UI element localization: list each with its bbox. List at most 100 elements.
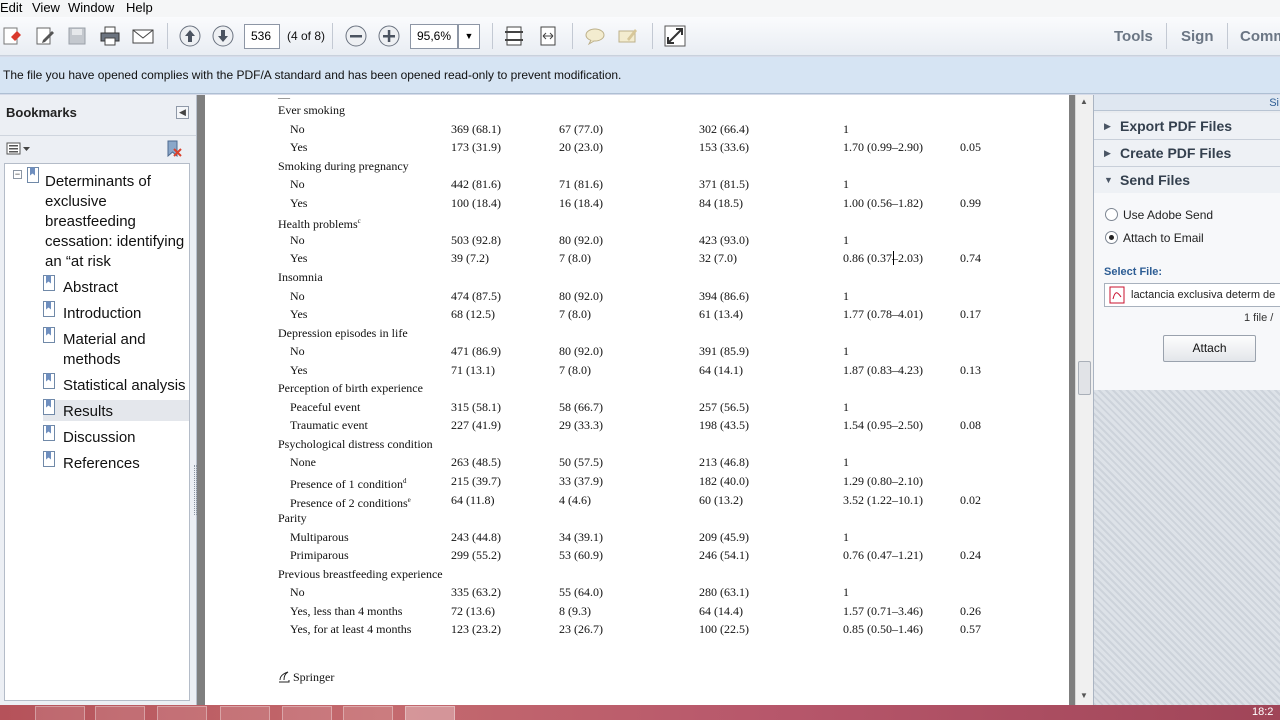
table-row-sublabel: Presence of 1 conditiond	[290, 474, 406, 491]
zoom-dropdown[interactable]: ▼	[458, 24, 480, 49]
bookmark-abstract[interactable]: Abstract	[63, 278, 118, 298]
taskbar-powerpoint-icon[interactable]	[343, 706, 393, 720]
table-cell-c3: 280 (63.1)	[699, 585, 749, 600]
publisher-footer: Springer	[278, 670, 334, 685]
highlight-icon[interactable]	[616, 24, 640, 48]
fit-width-icon[interactable]	[536, 24, 560, 48]
previous-page-icon[interactable]	[178, 24, 202, 48]
row-label-text: No	[290, 232, 305, 247]
tools-pane-empty-area	[1094, 390, 1280, 705]
toolbar-separator	[332, 23, 333, 49]
table-cell-c5: 0.13	[960, 362, 981, 377]
comment-icon[interactable]	[583, 24, 607, 48]
create-pdf-section[interactable]: ▶ Create PDF Files	[1094, 140, 1280, 167]
use-adobe-send-radio[interactable]	[1105, 208, 1118, 221]
table-row-group-label: Depression episodes in life	[278, 326, 408, 340]
taskbar-app-icon[interactable]	[157, 706, 207, 720]
table-cell-c3: 391 (85.9)	[699, 344, 749, 359]
table-cell-c4: 1	[843, 177, 849, 192]
menu-edit[interactable]: Edit	[0, 0, 22, 15]
bookmark-results[interactable]: Results	[63, 402, 113, 422]
table-row-sublabel: No	[290, 289, 305, 303]
row-label-text: Traumatic event	[290, 418, 368, 433]
row-label-text: Primiparous	[290, 548, 349, 563]
table-row-group-label: Smoking during pregnancy	[278, 159, 409, 173]
vertical-scrollbar[interactable]: ▲ ▼	[1075, 95, 1093, 705]
row-label-text: Yes, for at least 4 months	[290, 622, 412, 637]
table-cell-c2: 16 (18.4)	[559, 195, 603, 210]
row-label-text: No	[290, 344, 305, 359]
table-cell-c4: 1.00 (0.56–1.82)	[843, 195, 923, 210]
sign-button[interactable]: Sign	[1181, 25, 1214, 49]
edit-pdf-icon[interactable]	[34, 24, 58, 48]
bookmark-label-line: Material and	[63, 331, 146, 348]
bookmark-statistical-analysis[interactable]: Statistical analysis	[63, 376, 186, 396]
table-row-group-label: Perception of birth experience	[278, 381, 423, 395]
zoom-out-icon[interactable]	[344, 24, 368, 48]
send-files-section[interactable]: ▼ Send Files	[1094, 167, 1280, 194]
menu-bar: Edit View Window Help	[0, 0, 1280, 17]
attach-button[interactable]: Attach	[1163, 335, 1256, 362]
scrollbar-thumb[interactable]	[1078, 361, 1091, 395]
print-icon[interactable]	[98, 24, 122, 48]
table-cell-c1: 335 (63.2)	[451, 585, 501, 600]
table-cell-c3: 213 (46.8)	[699, 455, 749, 470]
table-cell-c3: 64 (14.4)	[699, 603, 743, 618]
taskbar-explorer-icon[interactable]	[35, 706, 85, 720]
tree-collapse-toggle[interactable]: −	[13, 170, 22, 179]
taskbar-outlook-icon[interactable]	[95, 706, 145, 720]
row-label-text: Psychological distress condition	[278, 436, 433, 451]
bookmark-material-methods[interactable]: Material and methods	[63, 330, 146, 370]
table-cell-c1: 100 (18.4)	[451, 195, 501, 210]
menu-view[interactable]: View	[32, 0, 60, 15]
scroll-up-icon[interactable]: ▲	[1080, 97, 1088, 106]
footnote-marker: e	[407, 495, 411, 504]
bookmark-delete-icon	[167, 140, 182, 158]
selected-file-field[interactable]: lactancia exclusiva determ de	[1104, 283, 1280, 307]
table-row-sublabel: Yes	[290, 307, 307, 321]
bookmark-discussion[interactable]: Discussion	[63, 428, 136, 448]
tools-button[interactable]: Tools	[1114, 25, 1153, 49]
save-icon[interactable]	[65, 24, 89, 48]
zoom-level-input[interactable]: 95,6%	[410, 24, 458, 49]
menu-help[interactable]: Help	[126, 0, 153, 15]
zoom-in-icon[interactable]	[377, 24, 401, 48]
attach-to-email-label[interactable]: Attach to Email	[1123, 231, 1204, 245]
use-adobe-send-label[interactable]: Use Adobe Send	[1123, 208, 1213, 222]
bookmark-root-line: Determinants of	[45, 173, 151, 190]
scroll-down-icon[interactable]: ▼	[1080, 691, 1088, 700]
fit-page-icon[interactable]	[502, 24, 526, 48]
bookmark-root[interactable]: Determinants of exclusive breastfeeding …	[45, 172, 184, 272]
pdf-page: __ Ever smoking No 369 (68.1) 67 (77.0) 302 (…	[205, 86, 1069, 705]
table-cell-c1: 71 (13.1)	[451, 362, 495, 377]
table-cell-c3: 209 (45.9)	[699, 529, 749, 544]
create-pdf-icon[interactable]	[1, 24, 25, 48]
taskbar-acrobat-icon[interactable]	[405, 706, 455, 720]
table-cell-c5: 0.57	[960, 622, 981, 637]
table-row-group-label: Psychological distress condition	[278, 437, 433, 451]
page-number-input[interactable]: 536	[244, 24, 280, 49]
table-cell-c2: 55 (64.0)	[559, 585, 603, 600]
export-pdf-section[interactable]: ▶ Export PDF Files	[1094, 113, 1280, 140]
row-label-text: None	[290, 455, 316, 470]
bookmark-references[interactable]: References	[63, 454, 140, 474]
table-cell-c4: 1	[843, 529, 849, 544]
bookmark-introduction[interactable]: Introduction	[63, 304, 141, 324]
table-row-group-label: Ever smoking	[278, 103, 345, 117]
table-row-sublabel: Presence of 2 conditionse	[290, 493, 411, 510]
menu-window[interactable]: Window	[68, 0, 114, 15]
comment-button[interactable]: Comm	[1240, 25, 1280, 49]
expand-icon[interactable]	[663, 24, 687, 48]
pdfa-info-bar: The file you have opened complies with t…	[0, 57, 1280, 94]
taskbar-ie-icon[interactable]	[282, 706, 332, 720]
attach-to-email-radio[interactable]	[1105, 231, 1118, 244]
options-menu-button[interactable]	[6, 142, 32, 156]
delete-bookmark-button[interactable]	[165, 140, 182, 158]
table-cell-c2: 7 (8.0)	[559, 362, 591, 377]
email-icon[interactable]	[131, 24, 155, 48]
next-page-icon[interactable]	[211, 24, 235, 48]
row-label-text: Smoking during pregnancy	[278, 158, 409, 173]
table-cell-c1: 72 (13.6)	[451, 603, 495, 618]
collapse-pane-button[interactable]: ◀	[176, 106, 189, 119]
taskbar-chrome-icon[interactable]	[220, 706, 270, 720]
